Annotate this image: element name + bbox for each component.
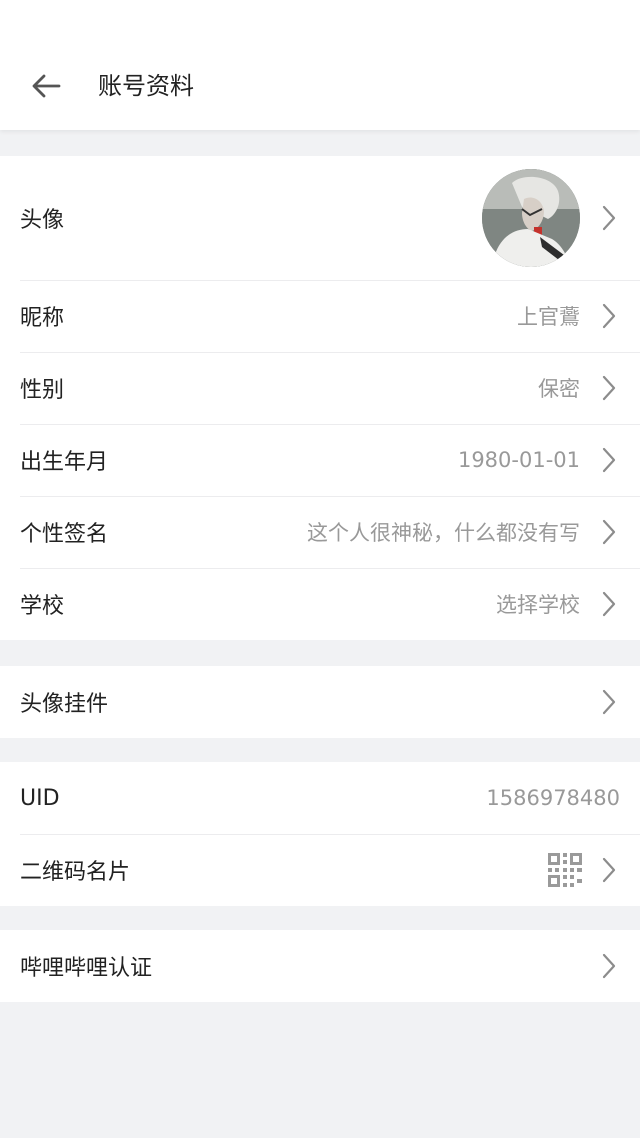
pendant-label: 头像挂件: [20, 692, 109, 717]
account-group: UID 1586978480 二维码名片: [0, 762, 640, 906]
birthday-row[interactable]: 出生年月 1980-01-01: [0, 424, 640, 496]
chevron-right-icon: [602, 519, 616, 545]
avatar-row[interactable]: 头像: [0, 156, 640, 280]
avatar: [482, 169, 580, 267]
avatar-label: 头像: [20, 208, 65, 233]
chevron-right-icon: [602, 591, 616, 617]
verify-row[interactable]: 哔哩哔哩认证: [0, 930, 640, 1002]
verify-label: 哔哩哔哩认证: [20, 956, 153, 981]
chevron-right-icon: [602, 375, 616, 401]
qr-code-icon: [548, 853, 582, 887]
nickname-row[interactable]: 昵称 上官鷰: [0, 280, 640, 352]
signature-label: 个性签名: [20, 522, 109, 547]
chevron-right-icon: [602, 689, 616, 715]
gender-label: 性别: [20, 378, 65, 403]
school-value: 选择学校: [496, 593, 580, 617]
pendant-row[interactable]: 头像挂件: [0, 666, 640, 738]
chevron-right-icon: [602, 447, 616, 473]
qr-card-label: 二维码名片: [20, 860, 131, 885]
signature-value: 这个人很神秘，什么都没有写: [307, 521, 580, 545]
back-button[interactable]: [26, 66, 66, 106]
pendant-group: 头像挂件: [0, 666, 640, 738]
chevron-right-icon: [602, 857, 616, 883]
birthday-label: 出生年月: [20, 450, 109, 475]
verify-group: 哔哩哔哩认证: [0, 930, 640, 1002]
school-row[interactable]: 学校 选择学校: [0, 568, 640, 640]
qr-card-row[interactable]: 二维码名片: [0, 834, 640, 906]
app-header: 账号资料: [0, 0, 640, 130]
chevron-right-icon: [602, 205, 616, 231]
uid-row: UID 1586978480: [0, 762, 640, 834]
school-label: 学校: [20, 594, 65, 619]
nickname-label: 昵称: [20, 306, 65, 331]
chevron-right-icon: [602, 303, 616, 329]
uid-label: UID: [20, 785, 60, 811]
gender-value: 保密: [538, 377, 580, 401]
page-title: 账号资料: [98, 72, 194, 100]
signature-row[interactable]: 个性签名 这个人很神秘，什么都没有写: [0, 496, 640, 568]
nickname-value: 上官鷰: [517, 305, 580, 329]
birthday-value: 1980-01-01: [457, 448, 580, 472]
arrow-left-icon: [32, 74, 61, 98]
chevron-right-icon: [602, 953, 616, 979]
gender-row[interactable]: 性别 保密: [0, 352, 640, 424]
profile-group: 头像 昵称 上官鷰 性别 保密 出生年月 1980-01-01 个性签名 这个人…: [0, 156, 640, 640]
uid-value: 1586978480: [486, 786, 620, 810]
